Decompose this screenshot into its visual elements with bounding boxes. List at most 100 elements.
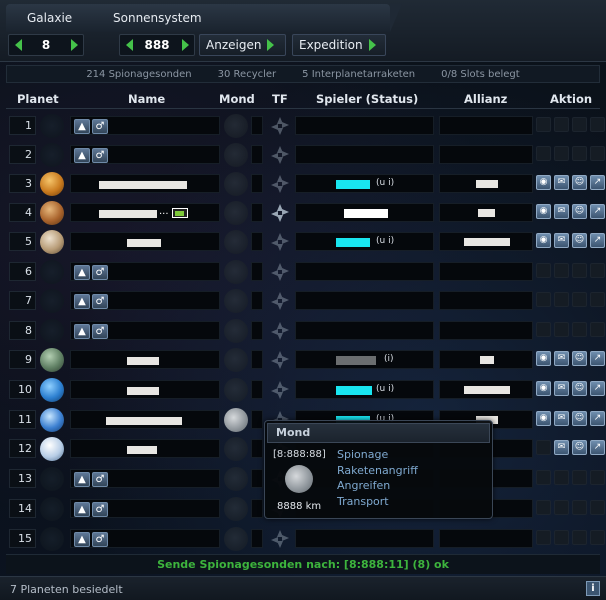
show-button[interactable]: Anzeigen [199,34,286,56]
message-icon[interactable]: ✉ [554,381,569,396]
missile-icon[interactable]: ↗ [590,233,605,248]
player-name-redacted[interactable] [336,180,370,189]
espionage-icon[interactable]: ◉ [536,204,551,219]
alliance-cell[interactable] [439,380,533,399]
message-icon[interactable]: ✉ [554,351,569,366]
espionage-icon[interactable]: ◉ [536,351,551,366]
table-row: 8 ▲ ♂ [6,319,605,343]
colonize-icon[interactable]: ▲ [74,532,90,547]
player-name-redacted[interactable] [336,238,370,247]
galaxy-value[interactable]: 8 [27,38,65,52]
alliance-cell [439,145,533,164]
planet-image[interactable] [40,172,64,196]
message-icon[interactable]: ✉ [554,440,569,455]
alliance-name-redacted[interactable] [464,386,510,394]
player-name-redacted[interactable] [336,386,372,395]
player-cell[interactable]: (u i) [295,174,434,193]
colonize-icon[interactable]: ▲ [74,502,90,517]
galaxy-prev-button[interactable] [9,35,27,55]
espionage-icon[interactable]: ◉ [536,411,551,426]
fleet-send-icon[interactable]: ♂ [92,119,108,134]
espionage-icon[interactable]: ◉ [536,381,551,396]
tab-galaxy[interactable]: Galaxie [27,11,72,25]
fleet-send-icon[interactable]: ♂ [92,265,108,280]
alliance-name-redacted[interactable] [464,238,510,246]
message-icon[interactable]: ✉ [554,411,569,426]
system-prev-button[interactable] [120,35,138,55]
planet-image[interactable] [40,378,64,402]
debris-field-icon [269,349,291,371]
player-cell[interactable]: (u i) [295,380,434,399]
planet-image[interactable] [40,408,64,432]
planet-name-cell[interactable] [70,350,220,369]
buddy-request-icon[interactable]: ☺ [572,204,587,219]
debris-field-box [251,262,263,281]
alliance-cell [439,321,533,340]
alliance-cell[interactable] [439,232,533,251]
buddy-request-icon[interactable]: ☺ [572,381,587,396]
buddy-request-icon[interactable]: ☺ [572,233,587,248]
system-value[interactable]: 888 [138,38,176,52]
missile-icon[interactable]: ↗ [590,440,605,455]
espionage-icon[interactable]: ◉ [536,233,551,248]
galaxy-next-button[interactable] [65,35,83,55]
missile-icon[interactable]: ↗ [590,351,605,366]
missile-icon[interactable]: ↗ [590,381,605,396]
fleet-send-icon[interactable]: ♂ [92,532,108,547]
missile-icon[interactable]: ↗ [590,204,605,219]
alliance-cell[interactable] [439,350,533,369]
buddy-request-icon[interactable]: ☺ [572,351,587,366]
player-name-redacted[interactable] [336,356,376,365]
debris-field-icon[interactable] [269,202,291,224]
colonize-icon[interactable]: ▲ [74,472,90,487]
planet-image[interactable] [40,230,64,254]
player-cell[interactable]: (i) [295,350,434,369]
message-icon[interactable]: ✉ [554,175,569,190]
moon-icon[interactable] [224,408,248,432]
planet-image[interactable] [40,348,64,372]
tab-solar-system[interactable]: Sonnensystem [113,11,202,25]
alliance-cell[interactable] [439,203,533,222]
missile-icon[interactable]: ↗ [590,175,605,190]
action-attack[interactable]: Angreifen [337,478,418,494]
planet-name-cell[interactable]: ... [70,203,220,222]
planet-image[interactable] [40,437,64,461]
planet-name-cell[interactable] [70,232,220,251]
expedition-button[interactable]: Expedition [292,34,386,56]
colonize-icon[interactable]: ▲ [74,324,90,339]
planet-image[interactable] [40,201,64,225]
player-name-redacted[interactable] [344,209,388,218]
fleet-send-icon[interactable]: ♂ [92,294,108,309]
alliance-cell[interactable] [439,174,533,193]
fleet-send-icon[interactable]: ♂ [92,472,108,487]
colonize-icon[interactable]: ▲ [74,265,90,280]
buddy-request-icon[interactable]: ☺ [572,440,587,455]
colonize-icon[interactable]: ▲ [74,148,90,163]
alliance-name-redacted[interactable] [476,180,498,188]
buddy-request-icon[interactable]: ☺ [572,175,587,190]
colonize-icon[interactable]: ▲ [74,294,90,309]
system-next-button[interactable] [176,35,194,55]
planet-name-cell[interactable] [70,410,220,429]
planet-name-cell[interactable] [70,380,220,399]
colonize-icon[interactable]: ▲ [74,119,90,134]
player-cell[interactable]: (u i) [295,232,434,251]
player-cell[interactable] [295,203,434,222]
action-missile-attack[interactable]: Raketenangriff [337,463,418,479]
alliance-name-redacted[interactable] [478,209,495,217]
alliance-name-redacted[interactable] [480,356,494,364]
action-espionage[interactable]: Spionage [337,447,418,463]
missile-icon[interactable]: ↗ [590,411,605,426]
table-row: 15 ▲ ♂ [6,527,605,551]
fleet-send-icon[interactable]: ♂ [92,324,108,339]
action-transport[interactable]: Transport [337,494,418,510]
planet-name-cell[interactable] [70,174,220,193]
message-icon[interactable]: ✉ [554,204,569,219]
espionage-icon[interactable]: ◉ [536,175,551,190]
info-icon[interactable]: i [586,581,600,596]
message-icon[interactable]: ✉ [554,233,569,248]
buddy-request-icon[interactable]: ☺ [572,411,587,426]
fleet-send-icon[interactable]: ♂ [92,502,108,517]
planet-name-cell[interactable] [70,439,220,458]
fleet-send-icon[interactable]: ♂ [92,148,108,163]
